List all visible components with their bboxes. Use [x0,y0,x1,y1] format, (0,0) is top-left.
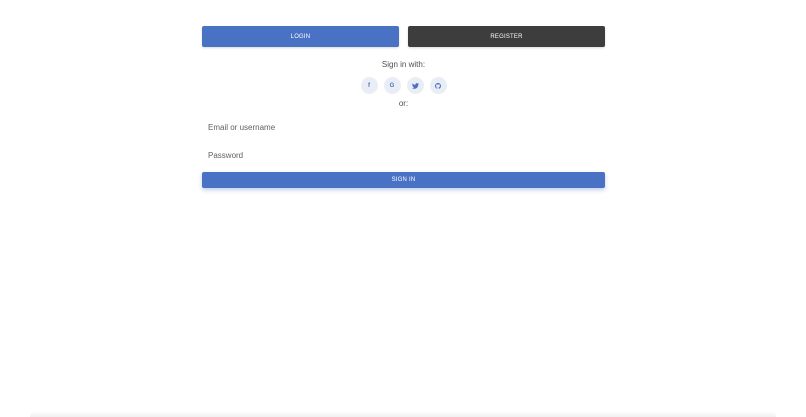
email-field-wrapper [202,116,605,138]
email-input[interactable] [202,116,605,138]
tab-login[interactable]: LOGIN [202,26,399,47]
login-form-container: LOGIN REGISTER Sign in with: f G or: Ema… [202,26,605,188]
twitter-icon [411,82,419,89]
facebook-icon: f [368,82,370,89]
password-input[interactable] [202,144,605,166]
login-page: LOGIN REGISTER Sign in with: f G or: Ema… [0,0,806,417]
or-divider: or: [398,99,409,108]
tab-register[interactable]: REGISTER [408,26,605,47]
twitter-button[interactable] [406,77,424,94]
sign-in-button[interactable]: SIGN IN [202,172,605,188]
auth-tabs: LOGIN REGISTER [202,26,605,47]
google-icon: G [389,82,395,89]
password-field-wrapper [202,144,605,166]
bottom-shadow [30,411,776,417]
social-buttons: f G [202,77,605,94]
google-button[interactable]: G [383,77,401,94]
github-button[interactable] [429,77,447,94]
facebook-button[interactable]: f [360,77,378,94]
github-icon [435,82,441,89]
sign-in-with-label: Sign in with: [381,60,426,69]
